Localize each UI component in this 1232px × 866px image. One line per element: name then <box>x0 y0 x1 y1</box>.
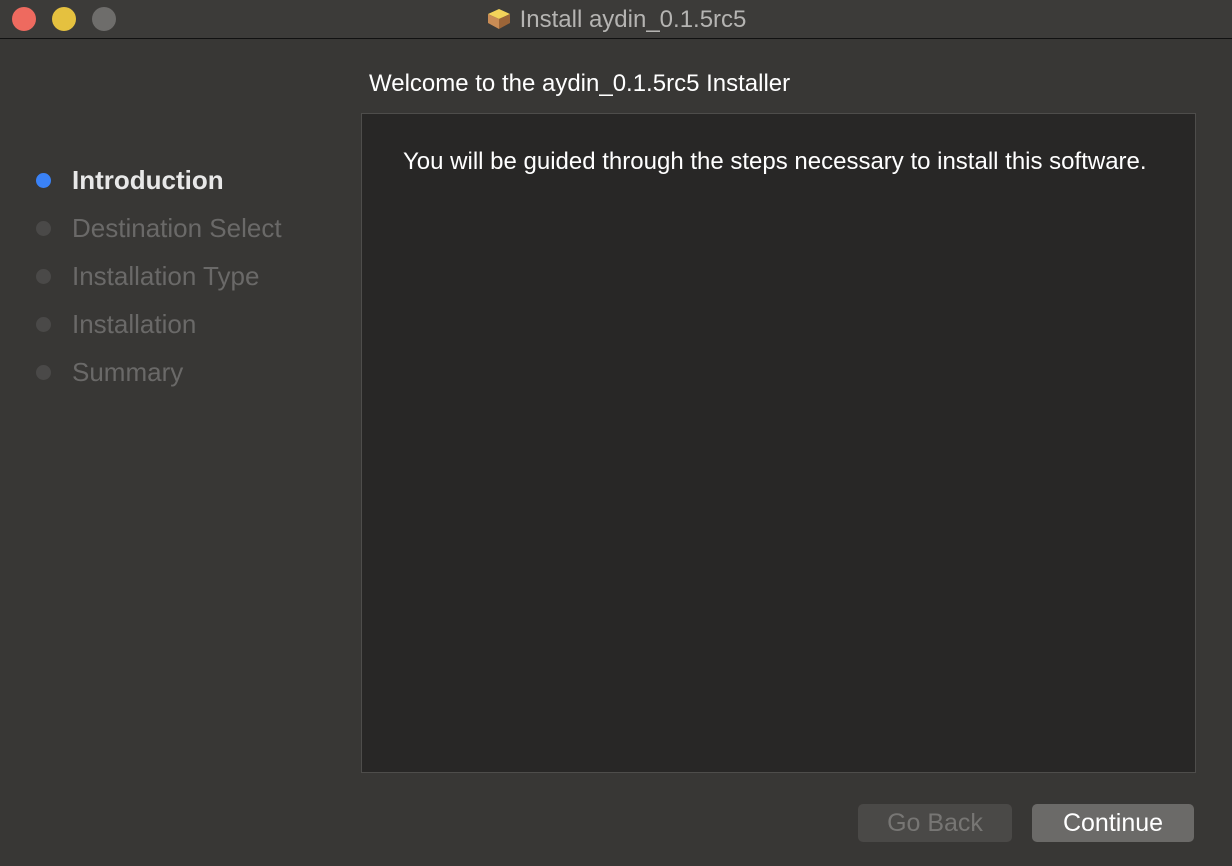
title-bar: Install aydin_0.1.5rc5 <box>0 0 1232 39</box>
content-panel: You will be guided through the steps nec… <box>361 113 1196 773</box>
step-label: Destination Select <box>72 212 282 243</box>
page-heading: Welcome to the aydin_0.1.5rc5 Installer <box>369 70 791 97</box>
window-title: Install aydin_0.1.5rc5 <box>0 6 1232 34</box>
intro-text: You will be guided through the steps nec… <box>403 148 1147 175</box>
step-introduction: Introduction <box>36 156 282 204</box>
step-summary: Summary <box>36 348 282 396</box>
step-indicator-icon <box>36 316 51 332</box>
step-indicator-icon <box>36 172 51 188</box>
step-label: Introduction <box>72 164 224 195</box>
step-installation: Installation <box>36 300 282 348</box>
step-indicator-icon <box>36 268 51 284</box>
step-installation-type: Installation Type <box>36 252 282 300</box>
window-title-text: Install aydin_0.1.5rc5 <box>519 6 747 33</box>
step-label: Installation <box>72 308 197 339</box>
step-label: Summary <box>72 356 184 387</box>
step-indicator-icon <box>36 364 51 380</box>
step-destination-select: Destination Select <box>36 204 282 252</box>
step-label: Installation Type <box>72 260 260 291</box>
step-list: Introduction Destination Select Installa… <box>36 156 282 396</box>
go-back-button[interactable]: Go Back <box>858 804 1012 842</box>
step-indicator-icon <box>36 220 51 236</box>
continue-button[interactable]: Continue <box>1032 804 1194 842</box>
package-icon <box>487 9 510 29</box>
